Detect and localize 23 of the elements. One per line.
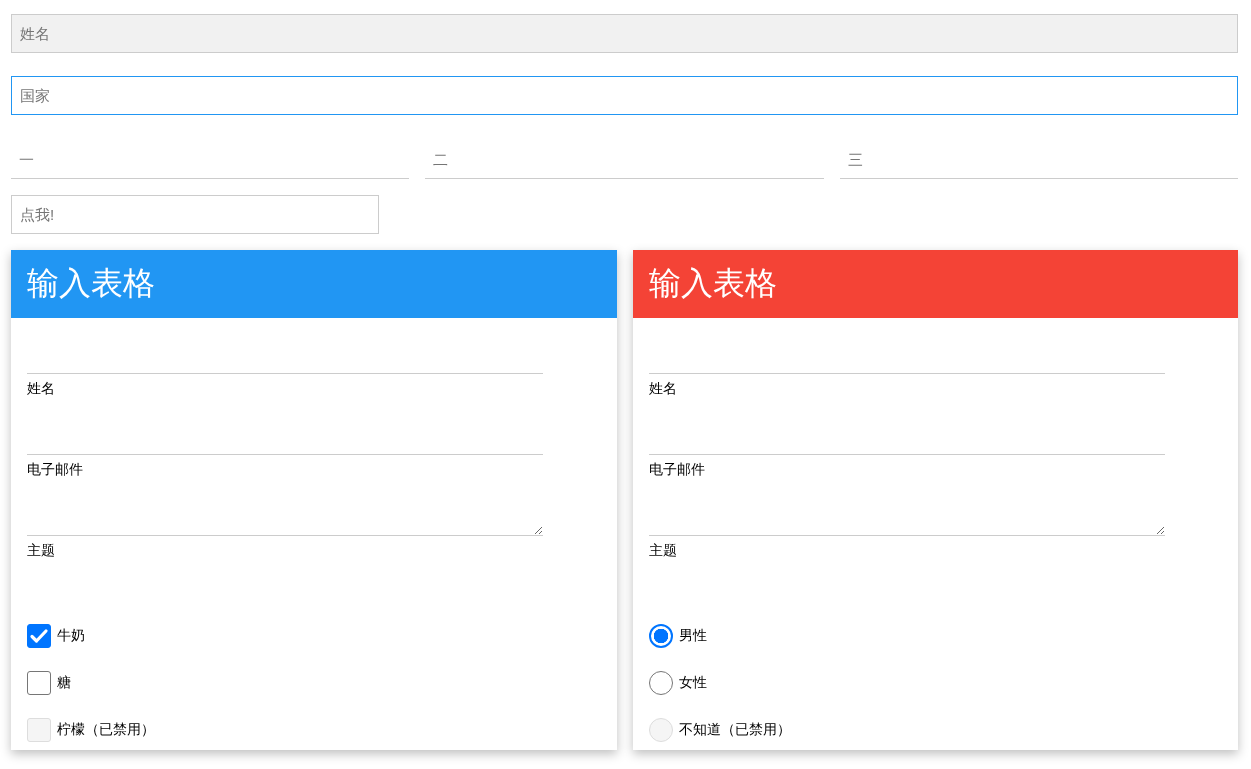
- text-field[interactable]: 二: [425, 140, 824, 179]
- option-label: 牛奶: [57, 627, 85, 645]
- text-field[interactable]: 三: [839, 140, 1238, 179]
- checkbox[interactable]: [27, 671, 51, 695]
- option-label: 女性: [678, 674, 707, 692]
- field-label: 姓名: [27, 379, 55, 398]
- field-label: 电子邮件: [27, 460, 83, 479]
- text-field[interactable]: 点我!: [11, 195, 379, 234]
- text-field[interactable]: 一: [11, 140, 410, 179]
- checkbox[interactable]: [27, 624, 51, 648]
- option-label: 男性: [678, 627, 707, 645]
- radio-button[interactable]: [648, 624, 673, 648]
- field-label: 姓名: [648, 379, 677, 398]
- option-label: 不知道（已禁用）: [678, 721, 791, 739]
- option-label: 柠檬（已禁用）: [57, 721, 155, 739]
- field-label: 主题: [27, 541, 55, 560]
- field-label: 主题: [648, 541, 677, 560]
- text-field[interactable]: 国家: [11, 76, 1238, 115]
- field-label: 电子邮件: [648, 460, 705, 479]
- card-header: 输入表格: [632, 250, 1238, 318]
- card-header: 输入表格: [11, 250, 617, 318]
- text-field[interactable]: 姓名: [11, 14, 1238, 53]
- option-label: 糖: [57, 674, 71, 692]
